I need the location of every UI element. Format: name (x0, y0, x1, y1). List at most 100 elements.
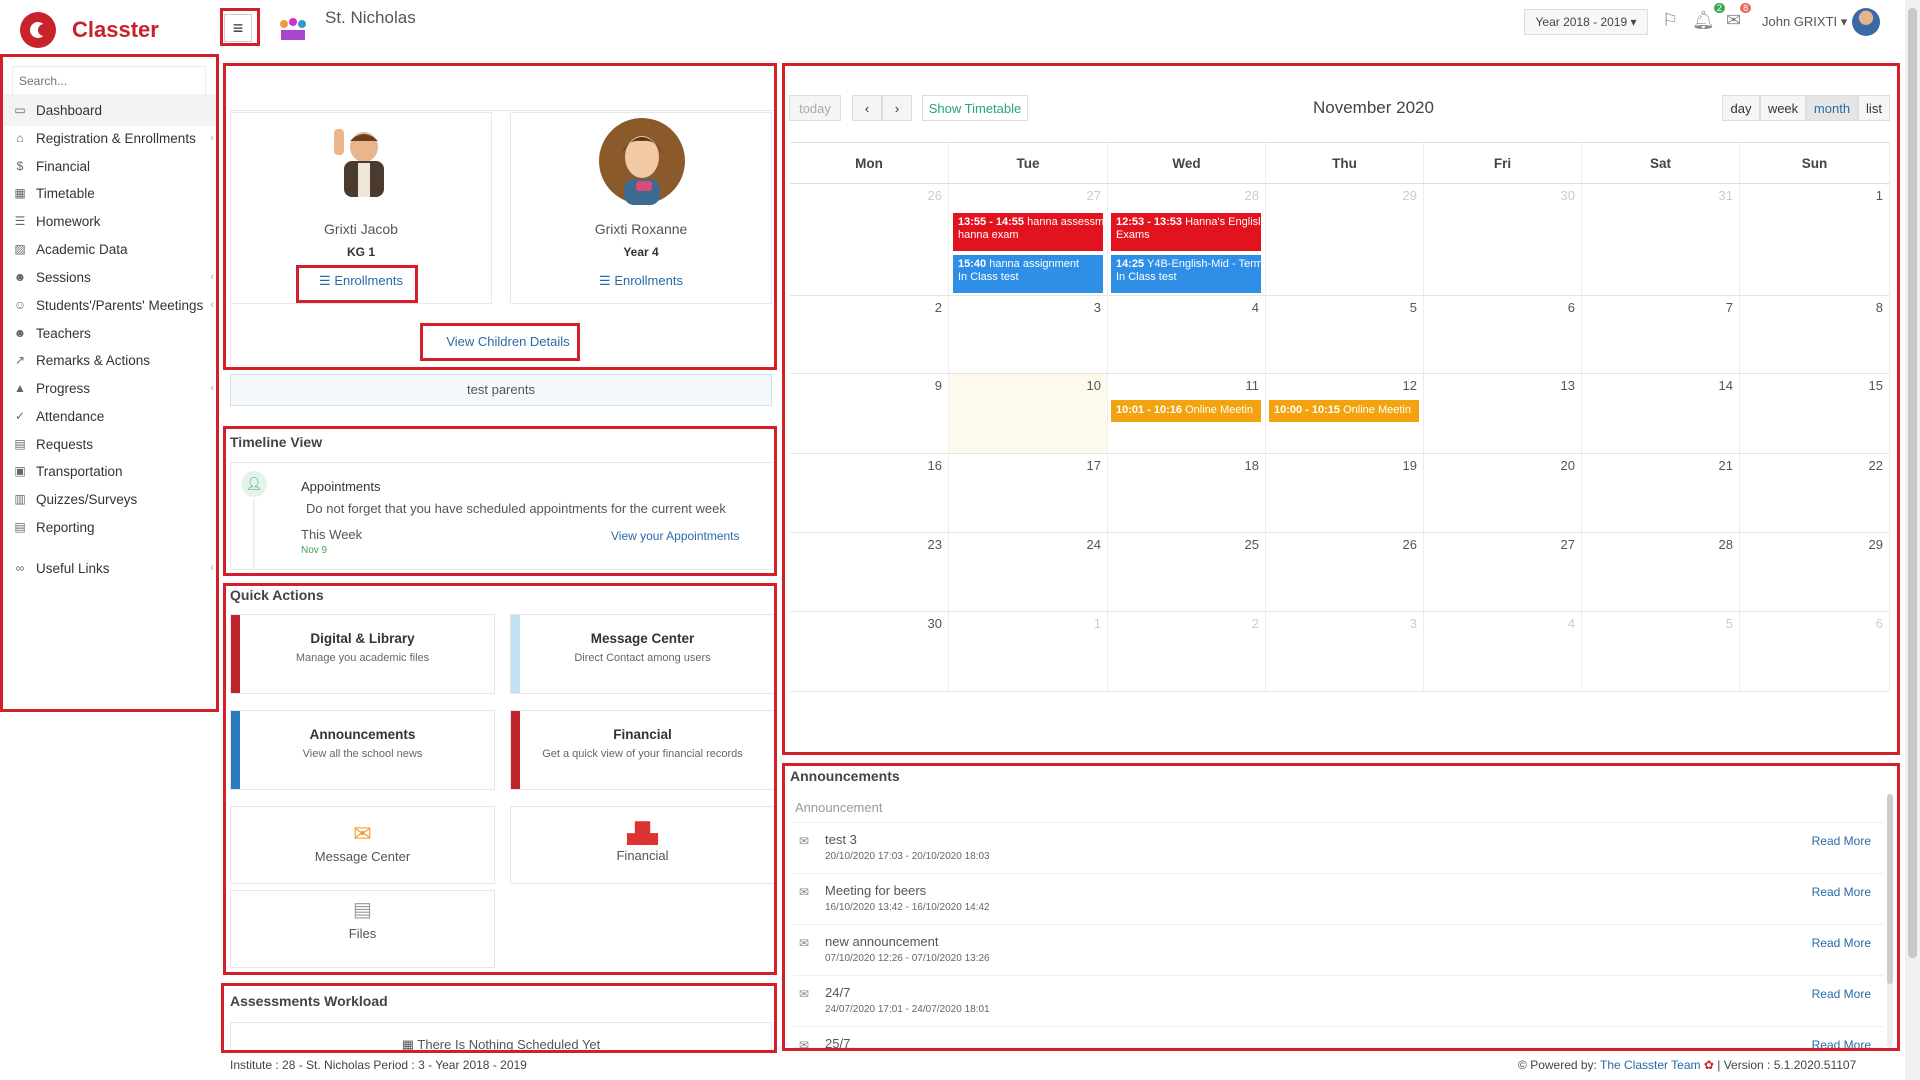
classter-team-link[interactable]: The Classter Team (1600, 1058, 1700, 1072)
calendar-day-cell[interactable]: 28 (1582, 533, 1740, 612)
show-timetable-button[interactable]: Show Timetable (922, 95, 1028, 121)
calendar-day-cell[interactable]: 10 (949, 374, 1108, 454)
calendar-event[interactable]: 14:25 Y4B-English-Mid - Term In Class tes… (1111, 255, 1261, 293)
calendar-day-cell[interactable]: 29 (1740, 533, 1890, 612)
calendar-title: November 2020 (1313, 98, 1434, 117)
calendar-day-cell[interactable]: 2 (790, 296, 949, 374)
child-card-jacob[interactable]: Grixti Jacob KG 1 ☰ Enrollments (230, 112, 492, 304)
announcements-card[interactable]: Announcements View all the school news (230, 710, 495, 790)
calendar-day-cell[interactable]: 20 (1424, 454, 1582, 533)
digital-library-card[interactable]: Digital & Library Manage you academic fil… (230, 614, 495, 694)
calendar-day-cell[interactable]: 9 (790, 374, 949, 454)
calendar-day-cell[interactable]: 23 (790, 533, 949, 612)
read-more-link[interactable]: Read More (1812, 1038, 1871, 1052)
calendar-day-cell[interactable]: 15 (1740, 374, 1890, 454)
calendar-day-cell[interactable]: 5 (1582, 612, 1740, 692)
list-view-button[interactable]: list (1858, 95, 1890, 121)
announcements-scrollbar[interactable] (1887, 794, 1893, 1048)
calendar-event[interactable]: 10:00 - 10:15 Online Meetin (1269, 400, 1419, 422)
calendar-day-cell[interactable]: 3 (1266, 612, 1424, 692)
calendar-day-cell[interactable]: 18 (1108, 454, 1266, 533)
calendar-day-cell[interactable]: 26 (1266, 533, 1424, 612)
calendar-day-cell[interactable]: 22 (1740, 454, 1890, 533)
calendar-day-cell[interactable]: 6 (1740, 612, 1890, 692)
calendar-event[interactable]: 12:53 - 13:53 Hanna's Englisl Exams (1111, 213, 1261, 251)
sidebar-item-reporting[interactable]: ▤ Reporting (2, 511, 218, 543)
announcement-row[interactable]: ✉ Meeting for beers 16/10/2020 13:42 - 16/… (793, 875, 1883, 925)
read-more-link[interactable]: Read More (1812, 987, 1871, 1001)
day-number: 28 (1244, 188, 1259, 203)
page-scrollbar[interactable] (1905, 0, 1920, 1080)
day-view-button[interactable]: day (1722, 95, 1760, 121)
announcement-row[interactable]: ✉ 25/7 Read More (793, 1028, 1883, 1052)
calendar-day-cell[interactable]: 29 (1266, 184, 1424, 296)
calendar-day-cell[interactable]: 1 (1740, 184, 1890, 296)
menu-toggle-button[interactable]: ≡ (224, 14, 252, 42)
calendar-event[interactable]: 15:40 hanna assignment In Class test (953, 255, 1103, 293)
calendar-day-cell[interactable]: 24 (949, 533, 1108, 612)
calendar-day-cell[interactable]: 30 (1424, 184, 1582, 296)
calendar-day-cell[interactable]: 3 (949, 296, 1108, 374)
financial-card[interactable]: Financial Get a quick view of your financ… (510, 710, 775, 790)
link-icon: ∞ (15, 561, 25, 575)
message-center-tile[interactable]: ✉ Message Center (230, 806, 495, 884)
mail-icon[interactable]: ✉ 8 (1726, 3, 1752, 31)
announcement-row[interactable]: ✉ test 3 20/10/2020 17:03 - 20/10/2020 18:… (793, 824, 1883, 874)
calendar-day-cell[interactable]: 8 (1740, 296, 1890, 374)
calendar-day-cell[interactable]: 14 (1582, 374, 1740, 454)
prev-button[interactable]: ‹ (852, 95, 882, 121)
week-view-button[interactable]: week (1760, 95, 1806, 121)
calendar-day-cell[interactable]: 16 (790, 454, 949, 533)
calendar-event[interactable]: 13:55 - 14:55 hanna assessm hanna exam (953, 213, 1103, 251)
event-title: hanna assessm (1027, 216, 1103, 228)
read-more-link[interactable]: Read More (1812, 885, 1871, 899)
calendar-day-cell[interactable]: 2 (1108, 612, 1266, 692)
document-icon: ▤ (14, 437, 26, 451)
printer-icon: ▤ (14, 520, 26, 534)
user-avatar[interactable] (1852, 8, 1880, 36)
announcement-row[interactable]: ✉ 24/7 24/07/2020 17:01 - 24/07/2020 18:01… (793, 977, 1883, 1027)
view-appointments-link[interactable]: View your Appointments (611, 529, 740, 543)
message-center-card[interactable]: Message Center Direct Contact among users (510, 614, 775, 694)
next-button[interactable]: › (882, 95, 912, 121)
today-button[interactable]: today (789, 95, 841, 121)
view-children-details-link[interactable]: View Children Details (438, 334, 578, 349)
calendar-day-cell[interactable]: 17 (949, 454, 1108, 533)
files-tile[interactable]: ▤ Files (230, 890, 495, 968)
financial-tile[interactable]: ▟▙ Financial (510, 806, 775, 884)
calendar-day-cell[interactable]: 13 (1424, 374, 1582, 454)
calendar-day-cell[interactable]: 1 (949, 612, 1108, 692)
year-select[interactable]: Year 2018 - 2019 ▾ (1524, 9, 1648, 35)
calendar-day-cell[interactable]: 7 (1582, 296, 1740, 374)
announcement-date: 24/07/2020 17:01 - 24/07/2020 18:01 (825, 1004, 990, 1015)
child-card-roxanne[interactable]: Grixti Roxanne Year 4 ☰ Enrollments (510, 112, 772, 304)
calendar-event[interactable]: 10:01 - 10:16 Online Meetin (1111, 400, 1261, 422)
user-menu[interactable]: John GRIXTI ▾ (1762, 14, 1847, 30)
month-view-button[interactable]: month (1806, 95, 1858, 121)
read-more-link[interactable]: Read More (1812, 834, 1871, 848)
calendar-day-cell[interactable]: 19 (1266, 454, 1424, 533)
calendar-day-cell[interactable]: 26 (790, 184, 949, 296)
read-more-link[interactable]: Read More (1812, 936, 1871, 950)
calendar-day-cell[interactable]: 6 (1424, 296, 1582, 374)
search-input[interactable] (12, 66, 206, 96)
enrollments-link[interactable]: ☰ Enrollments (511, 273, 771, 289)
day-number: 2 (934, 300, 942, 315)
announcement-row[interactable]: ✉ new announcement 07/10/2020 12:26 - 07/1… (793, 926, 1883, 976)
calendar-day-cell[interactable]: 21 (1582, 454, 1740, 533)
flag-icon[interactable]: ⚐ (1662, 10, 1678, 31)
calendar-day-cell[interactable]: 30 (790, 612, 949, 692)
enrollments-link[interactable]: ☰ Enrollments (231, 273, 491, 289)
calendar-day-cell[interactable]: 27 (1424, 533, 1582, 612)
calendar-day-cell[interactable]: 31 (1582, 184, 1740, 296)
calendar-day-cell[interactable]: 5 (1266, 296, 1424, 374)
calendar-day-cell[interactable]: 4 (1424, 612, 1582, 692)
bell-icon[interactable]: 🔔︎ 2 (1692, 3, 1725, 31)
sidebar-item-useful-links[interactable]: ∞ Useful Links ‹ (2, 552, 218, 584)
workload-empty: There Is Nothing Scheduled Yet (417, 1037, 601, 1052)
classter-logo[interactable]: Classter (18, 8, 159, 52)
calendar-day-cell[interactable]: 25 (1108, 533, 1266, 612)
tile-label: Financial (616, 848, 669, 863)
calendar-day-cell[interactable]: 4 (1108, 296, 1266, 374)
bus-icon: ▣ (14, 464, 26, 478)
